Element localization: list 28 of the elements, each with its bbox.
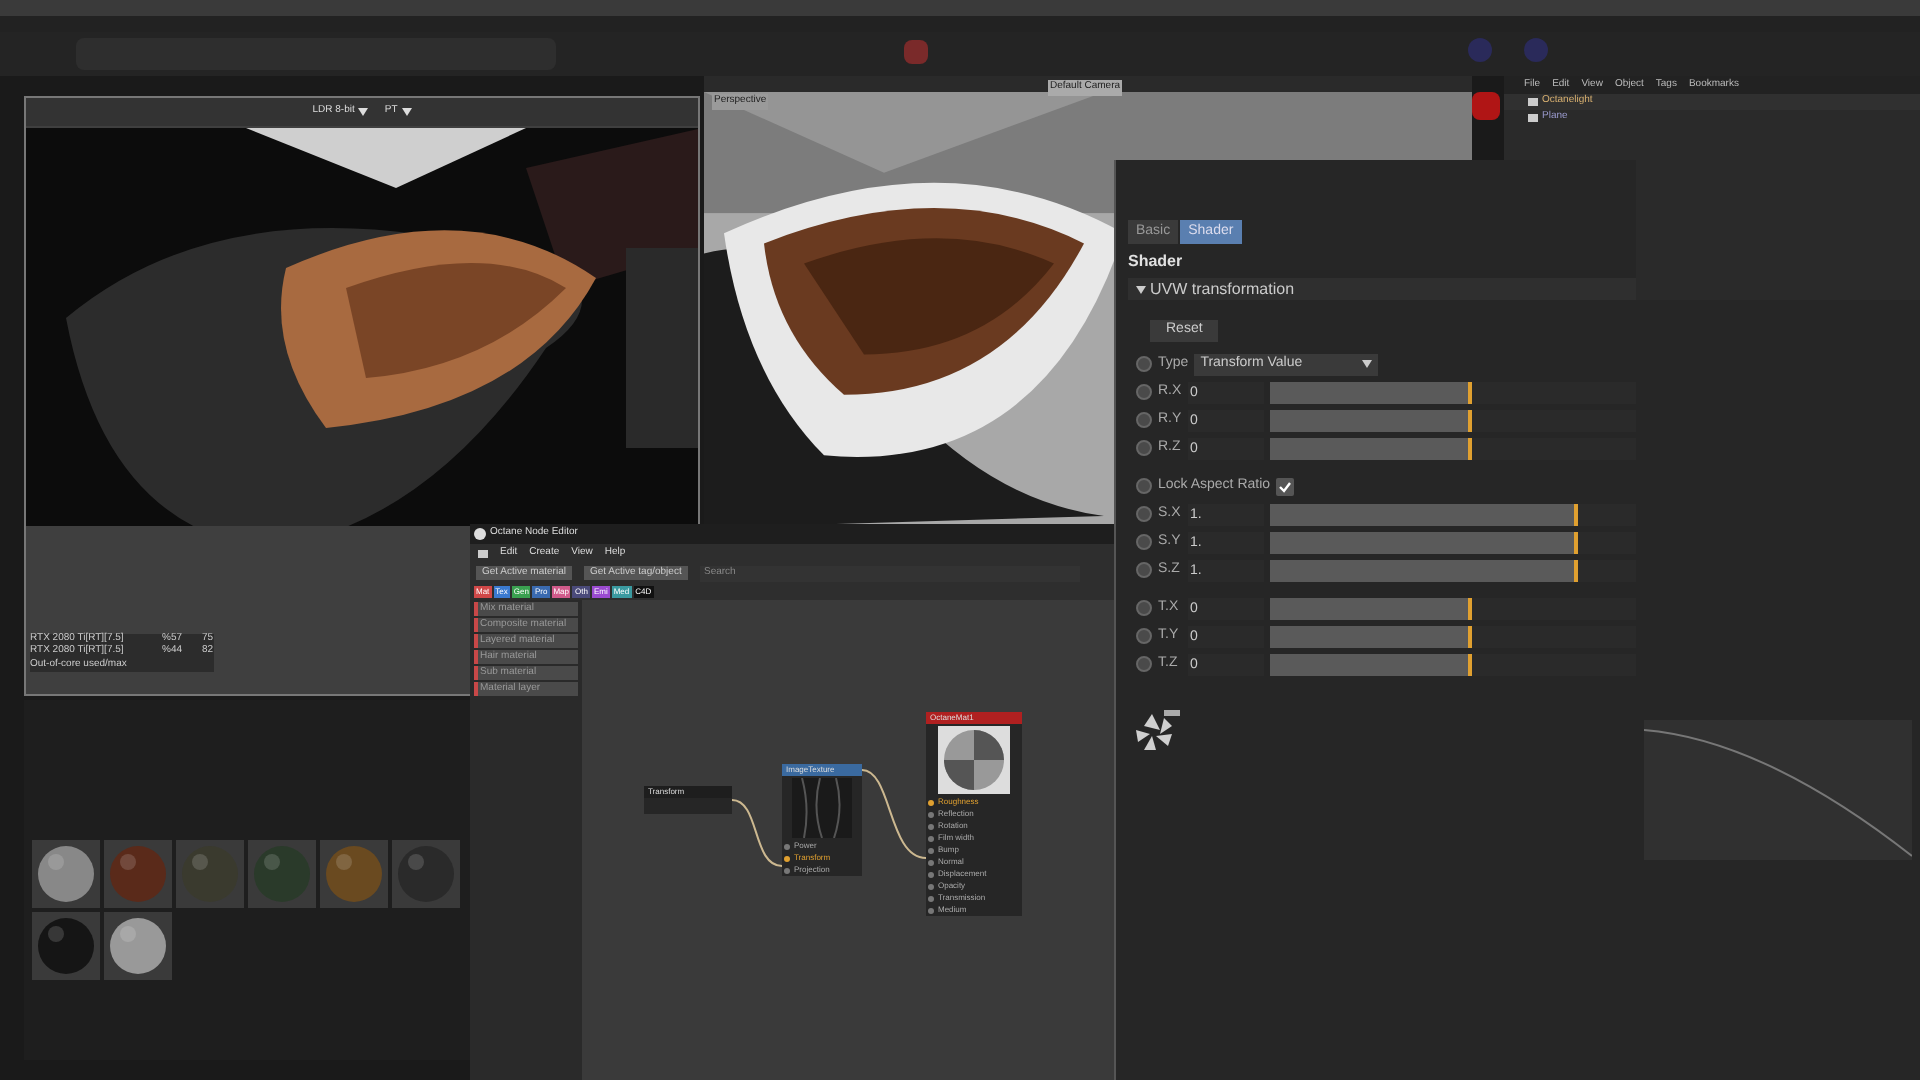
- material-swatch[interactable]: [104, 912, 172, 980]
- slider-fill[interactable]: [1270, 437, 1472, 459]
- slider-fill[interactable]: [1270, 381, 1472, 403]
- caret-icon: [358, 108, 369, 116]
- slider-fill[interactable]: [1270, 503, 1578, 525]
- render-button[interactable]: [904, 40, 928, 64]
- slider-fill[interactable]: [1270, 653, 1472, 675]
- material-swatch[interactable]: [176, 840, 244, 908]
- slider-fill[interactable]: [1270, 559, 1578, 581]
- material-preview: [938, 726, 1010, 794]
- slider-fill[interactable]: [1270, 531, 1578, 553]
- slider-fill[interactable]: [1270, 625, 1472, 647]
- material-swatch[interactable]: [320, 840, 388, 908]
- slider-fill[interactable]: [1270, 409, 1472, 431]
- texture-preview: [792, 778, 852, 838]
- menu-icon[interactable]: [478, 549, 488, 557]
- caret-icon: [401, 108, 412, 116]
- checkbox[interactable]: [1276, 477, 1295, 495]
- slider-fill[interactable]: [1270, 597, 1472, 619]
- material-swatch[interactable]: [32, 840, 100, 908]
- caret-icon: [1362, 360, 1373, 368]
- material-swatch[interactable]: [248, 840, 316, 908]
- record-button[interactable]: [1472, 92, 1500, 120]
- section-heading: Shader: [1128, 250, 1185, 274]
- material-swatch[interactable]: [104, 840, 172, 908]
- group-header[interactable]: UVW transformation: [1128, 278, 1636, 300]
- material-swatch[interactable]: [392, 840, 460, 908]
- material-swatch[interactable]: [32, 912, 100, 980]
